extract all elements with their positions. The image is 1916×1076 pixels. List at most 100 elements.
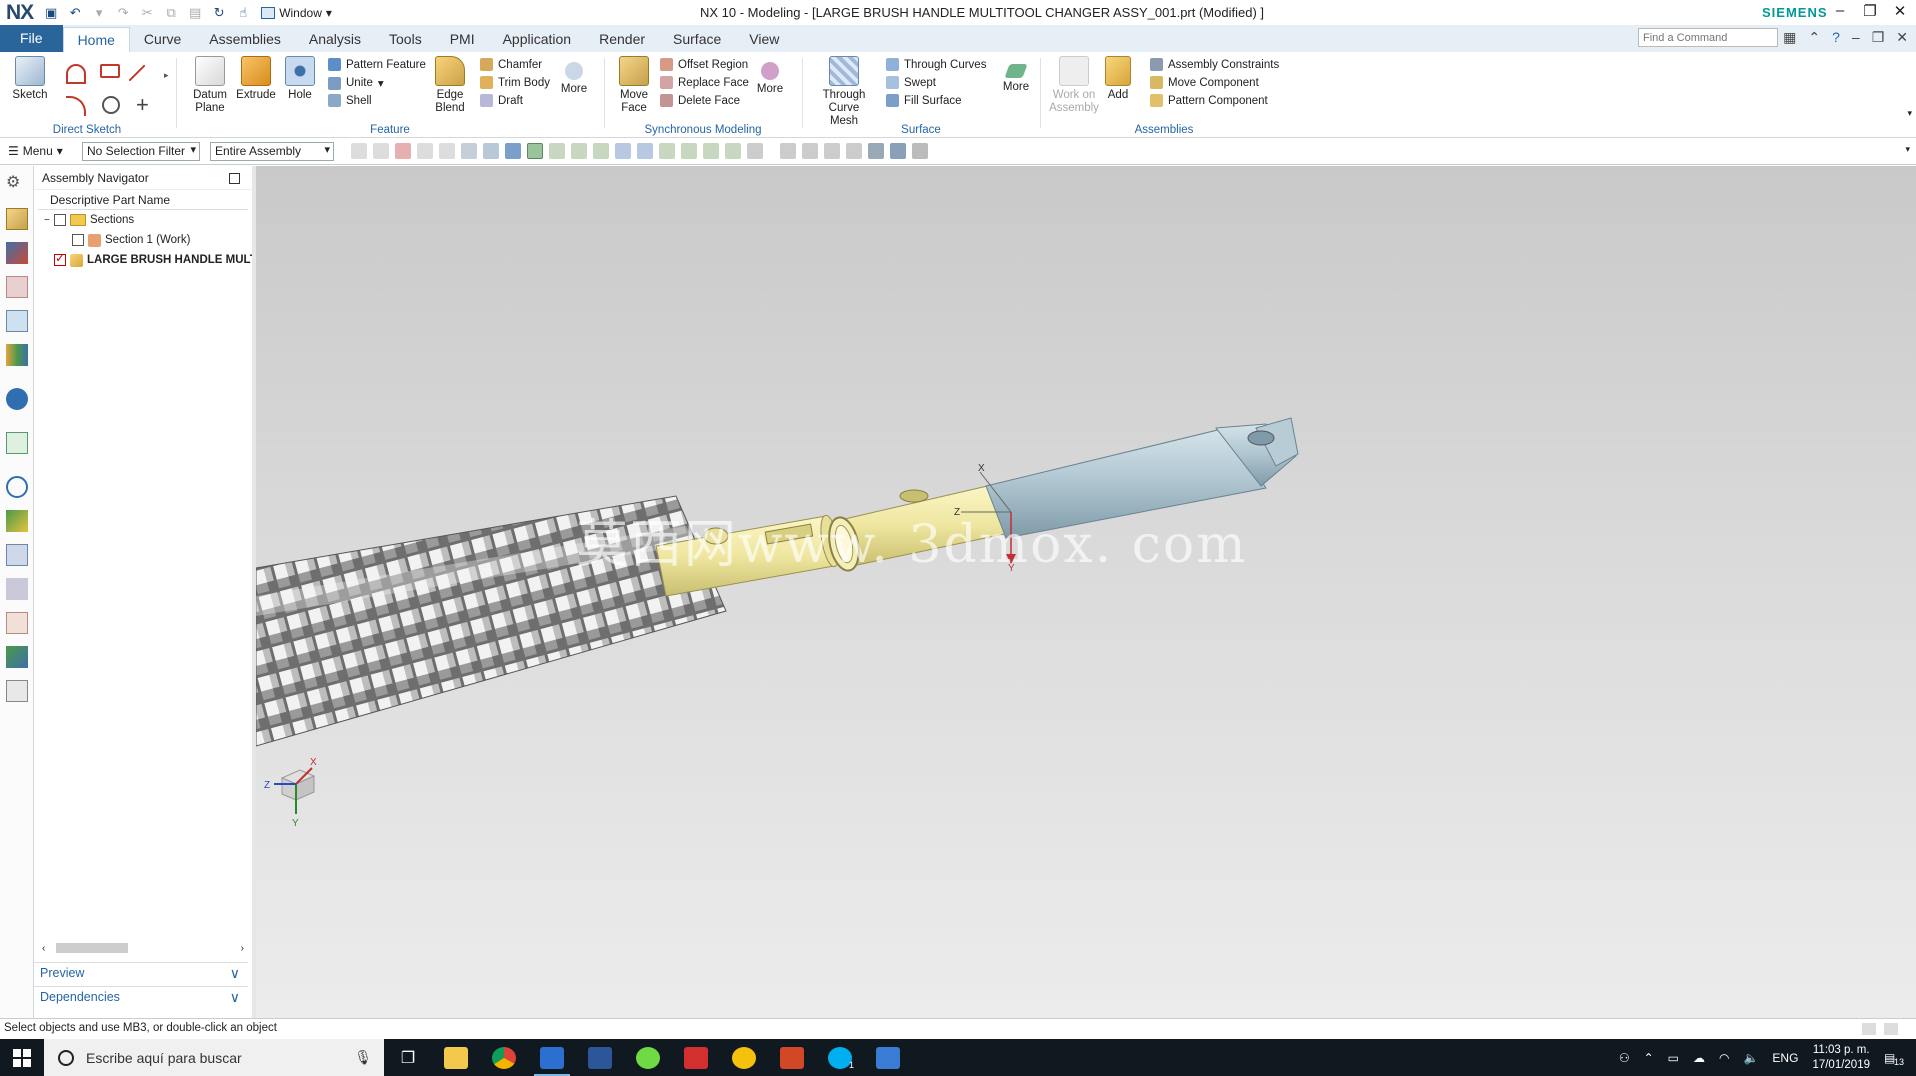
select-feature-icon[interactable]: [351, 143, 367, 159]
repeat-command-icon[interactable]: ↻: [209, 3, 229, 23]
scroll-thumb[interactable]: [56, 943, 128, 953]
tab-home[interactable]: Home: [62, 27, 130, 52]
edit-section-icon[interactable]: [890, 143, 906, 159]
help-icon[interactable]: ?: [1832, 29, 1840, 46]
view-triad[interactable]: X Y Z: [264, 757, 317, 829]
taskbar-powerpoint[interactable]: [768, 1039, 816, 1076]
sync-more-button[interactable]: More: [746, 56, 794, 96]
touch-mode-icon[interactable]: ☝: [233, 3, 253, 23]
clock-icon[interactable]: [6, 476, 28, 498]
process-studio-icon[interactable]: [6, 544, 28, 566]
hole-button[interactable]: Hole: [276, 56, 324, 102]
system-materials-icon[interactable]: [6, 510, 28, 532]
point-on-curve-snap-icon[interactable]: [703, 143, 719, 159]
menu-button[interactable]: ☰ Menu ▾: [8, 144, 70, 158]
taskbar-upwork[interactable]: [624, 1039, 672, 1076]
tab-curve[interactable]: Curve: [130, 27, 195, 52]
doc-restore-icon[interactable]: ❐: [1872, 29, 1885, 46]
add-component-button[interactable]: Add: [1100, 56, 1136, 102]
shell-button[interactable]: Shell: [328, 94, 372, 107]
point-on-face-snap-icon[interactable]: [725, 143, 741, 159]
command-finder-input[interactable]: [1638, 28, 1778, 47]
assembly-constraints-button[interactable]: Assembly Constraints: [1150, 58, 1279, 71]
manufacturing-wizards-icon[interactable]: [6, 578, 28, 600]
windows-start-button[interactable]: [0, 1039, 44, 1076]
paste-icon[interactable]: ▤: [185, 3, 205, 23]
fit-view-icon[interactable]: [780, 143, 796, 159]
restore-icon[interactable]: ❐: [1860, 2, 1880, 20]
move-face-button[interactable]: Move Face: [610, 56, 658, 115]
taskbar-skype[interactable]: 1: [816, 1039, 864, 1076]
battery-icon[interactable]: ▭: [1668, 1051, 1679, 1065]
surface-more-button[interactable]: More: [992, 56, 1040, 94]
tree-row-assembly[interactable]: LARGE BRUSH HANDLE MULTITOOL CHANGER ASS…: [34, 250, 252, 270]
selection-filter-dropdown[interactable]: No Selection Filter: [82, 141, 200, 161]
swept-button[interactable]: Swept: [886, 76, 936, 89]
orient-view-icon[interactable]: [846, 143, 862, 159]
pattern-feature-button[interactable]: Pattern Feature: [328, 58, 426, 71]
visibility-checkbox[interactable]: [54, 214, 66, 226]
through-curve-mesh-button[interactable]: Through Curve Mesh: [814, 56, 874, 128]
edge-blend-button[interactable]: Edge Blend: [426, 56, 474, 115]
tree-row-section-1[interactable]: Section 1 (Work): [34, 230, 252, 250]
maximize-icon[interactable]: [229, 173, 240, 184]
part-navigator-icon[interactable]: [6, 276, 28, 298]
datum-plane-button[interactable]: Datum Plane: [186, 56, 234, 115]
dependencies-section[interactable]: Dependencies ∨: [34, 986, 248, 1006]
undo-icon[interactable]: ↶: [65, 3, 85, 23]
point-icon[interactable]: +: [136, 92, 149, 118]
unite-button[interactable]: Unite ▾: [328, 76, 384, 90]
show-hide-icon[interactable]: [912, 143, 928, 159]
arc-icon[interactable]: [66, 96, 86, 116]
snap-point-icon[interactable]: [527, 143, 543, 159]
arc-center-snap-icon[interactable]: [637, 143, 653, 159]
trim-body-button[interactable]: Trim Body: [480, 76, 550, 89]
tab-surface[interactable]: Surface: [659, 27, 735, 52]
column-header[interactable]: Descriptive Part Name: [38, 190, 248, 210]
microphone-icon[interactable]: 🎙: [354, 1049, 372, 1066]
minimize-icon[interactable]: –: [1830, 2, 1850, 20]
rectangle-icon[interactable]: [100, 64, 120, 78]
replace-face-button[interactable]: Replace Face: [660, 76, 749, 89]
visibility-checkbox[interactable]: [72, 234, 84, 246]
cut-icon[interactable]: ✂: [137, 3, 157, 23]
tab-application[interactable]: Application: [489, 27, 586, 52]
midpoint-snap-icon[interactable]: [571, 143, 587, 159]
select-body-icon[interactable]: [373, 143, 389, 159]
scroll-left-icon[interactable]: ‹: [42, 943, 45, 954]
sketch-button[interactable]: Sketch: [6, 56, 54, 102]
fill-surface-button[interactable]: Fill Surface: [886, 94, 962, 107]
show-hidden-icons[interactable]: ⌃: [1644, 1051, 1654, 1065]
existing-point-snap-icon[interactable]: [681, 143, 697, 159]
through-curves-button[interactable]: Through Curves: [886, 58, 986, 71]
taskbar-chrome[interactable]: [480, 1039, 528, 1076]
work-on-assembly-button[interactable]: Work on Assembly: [1048, 56, 1100, 115]
onedrive-icon[interactable]: ☁: [1693, 1051, 1705, 1065]
model-scene[interactable]: X Y Z X Y Z: [256, 166, 1916, 1018]
window-menu[interactable]: Window ▾: [261, 6, 332, 20]
deselect-icon[interactable]: [439, 143, 455, 159]
doc-close-icon[interactable]: ✕: [1896, 29, 1908, 46]
control-point-snap-icon[interactable]: [593, 143, 609, 159]
people-icon[interactable]: ⚇: [1619, 1051, 1630, 1065]
preview-section[interactable]: Preview ∨: [34, 962, 248, 982]
solid-select-icon[interactable]: [505, 143, 521, 159]
ribbon-options-icon[interactable]: ▾: [1907, 108, 1912, 119]
taskbar-foxit[interactable]: [672, 1039, 720, 1076]
tree-row-sections[interactable]: − Sections: [34, 210, 252, 230]
face-select-icon[interactable]: [483, 143, 499, 159]
sketch-more-icon[interactable]: ▸: [164, 70, 169, 81]
close-icon[interactable]: ✕: [1890, 2, 1910, 20]
rectangle-select-icon[interactable]: [461, 143, 477, 159]
tab-tools[interactable]: Tools: [375, 27, 436, 52]
line-icon[interactable]: [128, 64, 146, 82]
volume-icon[interactable]: 🔈: [1743, 1051, 1758, 1065]
collapse-icon[interactable]: −: [44, 215, 54, 226]
endpoint-snap-icon[interactable]: [549, 143, 565, 159]
profile-icon[interactable]: [66, 64, 86, 84]
toolbar-options-icon[interactable]: ▾: [1905, 144, 1910, 155]
wifi-icon[interactable]: ◠: [1719, 1051, 1729, 1065]
doc-minimize-icon[interactable]: –: [1852, 29, 1860, 46]
taskbar-nx[interactable]: [528, 1039, 576, 1076]
status-icon-left[interactable]: [1862, 1023, 1876, 1035]
